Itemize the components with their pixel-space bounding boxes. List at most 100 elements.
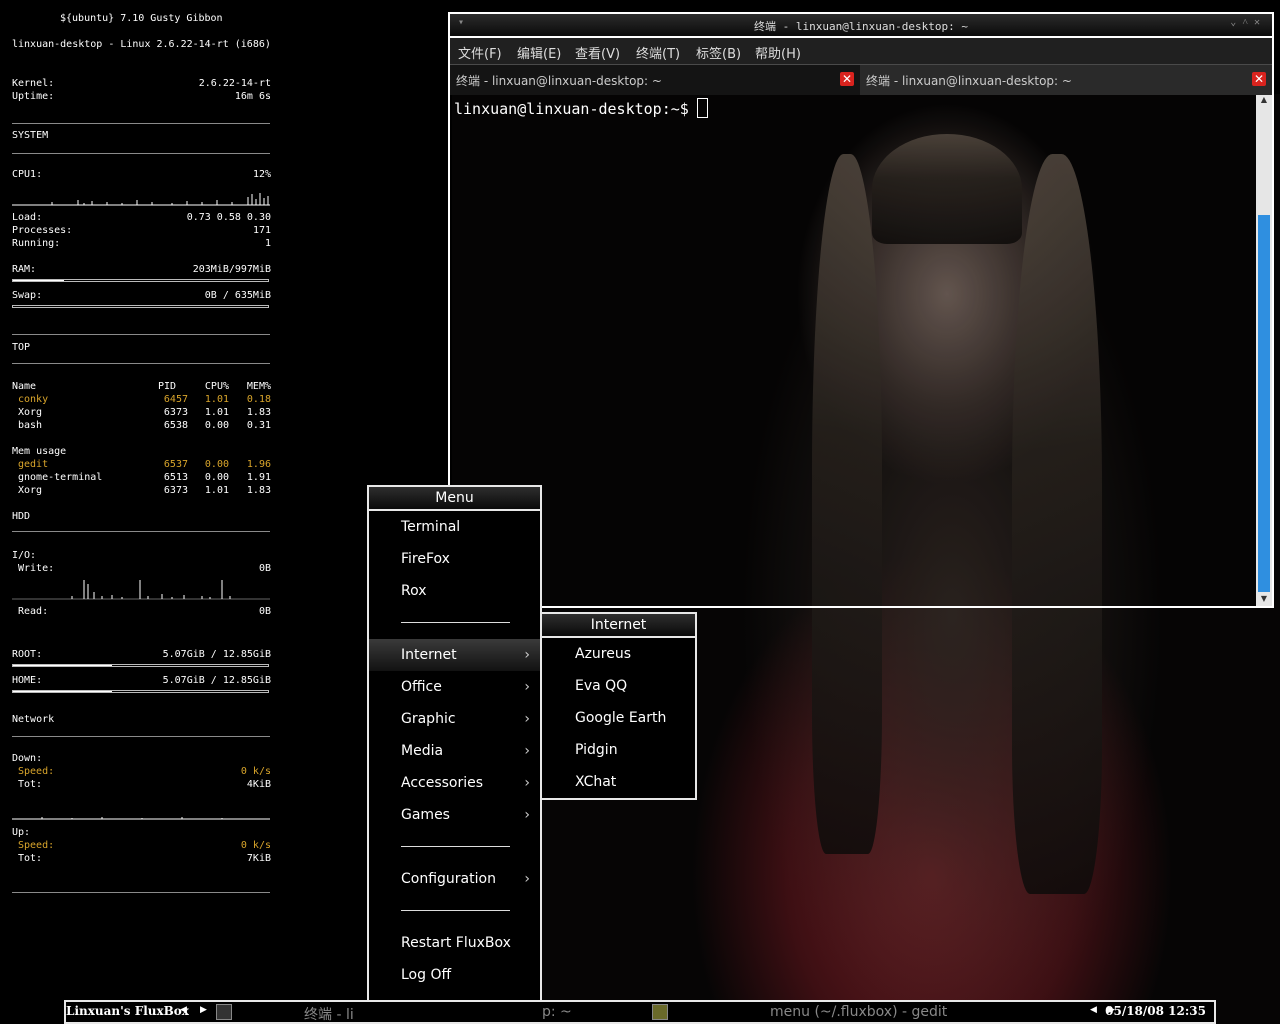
menu-item-log-off[interactable]: Log Off	[369, 959, 540, 991]
submenu-item-google-earth[interactable]: Google Earth	[542, 702, 695, 734]
menu-terminal[interactable]: 终端(T)	[636, 43, 680, 62]
menu-item-internet[interactable]: Internet ›	[369, 639, 540, 671]
menu-view[interactable]: 查看(V)	[575, 43, 620, 62]
root-bar	[12, 664, 269, 667]
minimize-icon[interactable]: ˄	[1242, 17, 1254, 28]
chevron-right-icon: ›	[524, 679, 530, 695]
menu-item-graphic[interactable]: Graphic ›	[369, 703, 540, 735]
menu-item-label: Games	[401, 807, 450, 823]
menu-item-label: Office	[401, 679, 442, 695]
task-terminal-2[interactable]: p: ~	[542, 1004, 572, 1020]
menu-item-label: Media	[401, 743, 444, 759]
task-gedit[interactable]: menu (~/.fluxbox) - gedit	[770, 1004, 947, 1020]
chevron-right-icon: ›	[524, 743, 530, 759]
terminal-prompt: linxuan@linxuan-desktop:~$	[454, 98, 708, 118]
top-row-name: conky	[18, 394, 49, 405]
ram-bar	[12, 279, 269, 282]
uptime-label: Uptime:	[12, 91, 55, 102]
home-label: HOME:	[12, 675, 43, 686]
tab-close-icon[interactable]: ✕	[1252, 72, 1266, 86]
menu-tabs[interactable]: 标签(B)	[696, 43, 741, 62]
menu-item-label: Graphic	[401, 711, 456, 727]
workspace-name[interactable]: Linxuan's FluxBox	[66, 1004, 189, 1018]
up-tot-value: 7KiB	[246, 853, 271, 864]
terminal-titlebar[interactable]: ▾ 终端 - linxuan@linxuan-desktop: ~ ⌄˄✕	[450, 14, 1272, 38]
scroll-up-icon[interactable]: ▲	[1256, 95, 1272, 107]
prev-workspace-icon[interactable]: ◀	[180, 1005, 187, 1015]
tab-label: 终端 - linxuan@linxuan-desktop: ~	[866, 74, 1072, 88]
top-row-mem: 0.31	[246, 420, 271, 431]
menu-item-media[interactable]: Media ›	[369, 735, 540, 767]
divider	[12, 531, 270, 532]
chevron-right-icon: ›	[524, 711, 530, 727]
submenu-item-label: Google Earth	[575, 710, 667, 726]
menu-item-office[interactable]: Office ›	[369, 671, 540, 703]
down-tot-value: 4KiB	[246, 779, 271, 790]
menu-item-label: Rox	[401, 583, 427, 599]
mem-row-name: gnome-terminal	[18, 472, 103, 483]
tab-terminal-1[interactable]: 终端 - linxuan@linxuan-desktop: ~ ✕	[450, 65, 860, 95]
conky-header: ${ubuntu} 7.10 Gusty Gibbon	[60, 13, 223, 24]
down-speed-label: Speed:	[18, 766, 55, 777]
next-workspace-icon[interactable]: ▶	[200, 1005, 207, 1015]
chevron-right-icon: ›	[524, 807, 530, 823]
prev-window-icon[interactable]: ◀	[1090, 1005, 1097, 1015]
menu-item-accessories[interactable]: Accessories ›	[369, 767, 540, 799]
down-graph	[12, 817, 270, 820]
hdd-title: HDD	[12, 511, 31, 522]
menu-item-games[interactable]: Games ›	[369, 799, 540, 831]
menu-edit[interactable]: 编辑(E)	[517, 43, 561, 62]
scrollbar-thumb[interactable]	[1258, 215, 1270, 592]
menu-item-restart-fluxbox[interactable]: Restart FluxBox	[369, 927, 540, 959]
top-row-name: Xorg	[18, 407, 43, 418]
down-label: Down:	[12, 753, 43, 764]
menu-help[interactable]: 帮助(H)	[755, 43, 801, 62]
mem-row-mem: 1.96	[246, 459, 271, 470]
submenu-item-azureus[interactable]: Azureus	[542, 638, 695, 670]
scroll-down-icon[interactable]: ▼	[1256, 594, 1272, 606]
top-row-name: bash	[18, 420, 43, 431]
write-label: Write:	[18, 563, 55, 574]
top-row-cpu: 1.01	[204, 407, 229, 418]
menu-item-label: Restart FluxBox	[401, 935, 511, 951]
tab-terminal-2[interactable]: 终端 - linxuan@linxuan-desktop: ~ ✕	[860, 65, 1272, 95]
up-label: Up:	[12, 827, 31, 838]
menu-item-label: Log Off	[401, 967, 452, 983]
menu-item-label: Accessories	[401, 775, 484, 791]
window-buttons: ⌄˄✕	[1230, 17, 1266, 28]
mem-row-pid: 6513	[163, 472, 188, 483]
conky-monitor: ${ubuntu} 7.10 Gusty Gibbon linxuan-desk…	[0, 0, 280, 1000]
menu-items: Terminal FireFox Rox Internet › Office › Graphi…	[369, 511, 540, 1023]
terminal-window-title: 终端 - linxuan@linxuan-desktop: ~	[753, 20, 969, 33]
submenu-item-xchat[interactable]: XChat	[542, 766, 695, 798]
ram-bar-fill	[13, 280, 64, 281]
swap-bar	[12, 305, 269, 308]
terminal-scrollbar[interactable]: ▲ ▼	[1256, 95, 1272, 606]
terminal-window[interactable]: ▾ 终端 - linxuan@linxuan-desktop: ~ ⌄˄✕ 文件…	[448, 12, 1274, 608]
swap-label: Swap:	[12, 290, 43, 301]
close-window-icon[interactable]: ✕	[1254, 17, 1266, 28]
root-bar-fill	[13, 665, 113, 666]
menu-title: Menu	[369, 487, 540, 511]
shade-icon[interactable]: ⌄	[1230, 17, 1242, 28]
mem-row-name: Xorg	[18, 485, 43, 496]
menu-item-firefox[interactable]: FireFox	[369, 543, 540, 575]
home-bar	[12, 690, 269, 693]
submenu-item-pidgin[interactable]: Pidgin	[542, 734, 695, 766]
top-row-mem: 0.18	[246, 394, 271, 405]
menu-file[interactable]: 文件(F)	[458, 43, 502, 62]
menu-item-configuration[interactable]: Configuration ›	[369, 863, 540, 895]
internet-submenu: Internet Azureus Eva QQ Google Earth Pidgin…	[540, 612, 697, 800]
prompt-text: linxuan@linxuan-desktop:~$	[454, 100, 689, 118]
menu-item-terminal[interactable]: Terminal	[369, 511, 540, 543]
tab-close-icon[interactable]: ✕	[840, 72, 854, 86]
mem-row-pid: 6373	[163, 485, 188, 496]
running-value: 1	[264, 238, 271, 249]
task-terminal[interactable]: 终端 - li	[304, 1004, 354, 1024]
processes-value: 171	[252, 225, 271, 236]
terminal-content[interactable]: linxuan@linxuan-desktop:~$	[450, 95, 1256, 606]
submenu-item-eva-qq[interactable]: Eva QQ	[542, 670, 695, 702]
terminal-menubar: 文件(F) 编辑(E) 查看(V) 终端(T) 标签(B) 帮助(H)	[450, 38, 1272, 65]
menu-item-rox[interactable]: Rox	[369, 575, 540, 607]
menu-item-label: FireFox	[401, 551, 450, 567]
